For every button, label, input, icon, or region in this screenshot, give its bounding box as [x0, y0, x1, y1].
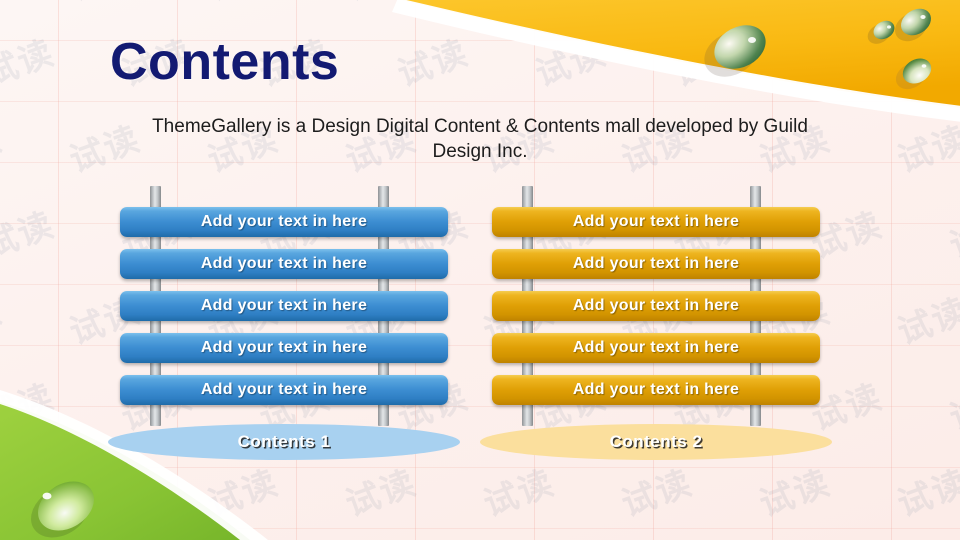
sign-bar[interactable]: Add your text in here [492, 291, 820, 321]
sign-group-caption: Contents 1 [237, 432, 331, 451]
sign-bar[interactable]: Add your text in here [120, 333, 448, 363]
sign-bar-label: Add your text in here [200, 255, 368, 272]
sign-bar-label: Add your text in here [572, 381, 740, 398]
sign-bar[interactable]: Add your text in here [492, 249, 820, 279]
sign-group-contents-1: Add your text in here Add your text in he… [108, 186, 460, 476]
sign-bar[interactable]: Add your text in here [120, 249, 448, 279]
sign-base-ellipse: Contents 2 [480, 424, 832, 460]
sign-bar-label: Add your text in here [572, 213, 740, 230]
sign-base-ellipse: Contents 1 [108, 424, 460, 460]
sign-bar-label: Add your text in here [200, 213, 368, 230]
sign-bar-label: Add your text in here [200, 297, 368, 314]
sign-group-contents-2: Add your text in here Add your text in he… [480, 186, 832, 476]
sign-bar[interactable]: Add your text in here [120, 207, 448, 237]
page-subtitle: ThemeGallery is a Design Digital Content… [152, 116, 808, 162]
sign-bar[interactable]: Add your text in here [492, 207, 820, 237]
slide-canvas: 试读试读试读试读试读试读试读试读试读试读试读试读试读试读试读试读试读试读试读试读… [0, 0, 960, 540]
sign-group-caption: Contents 2 [609, 432, 703, 451]
sign-bar[interactable]: Add your text in here [120, 291, 448, 321]
sign-bar-label: Add your text in here [572, 255, 740, 272]
sign-bar-label: Add your text in here [572, 339, 740, 356]
sign-bar-label: Add your text in here [200, 339, 368, 356]
sign-bar-label: Add your text in here [572, 297, 740, 314]
sign-bar-label: Add your text in here [200, 381, 368, 398]
sign-bar[interactable]: Add your text in here [492, 333, 820, 363]
sign-bar[interactable]: Add your text in here [120, 375, 448, 405]
page-title: Contents [110, 33, 340, 91]
sign-bar[interactable]: Add your text in here [492, 375, 820, 405]
